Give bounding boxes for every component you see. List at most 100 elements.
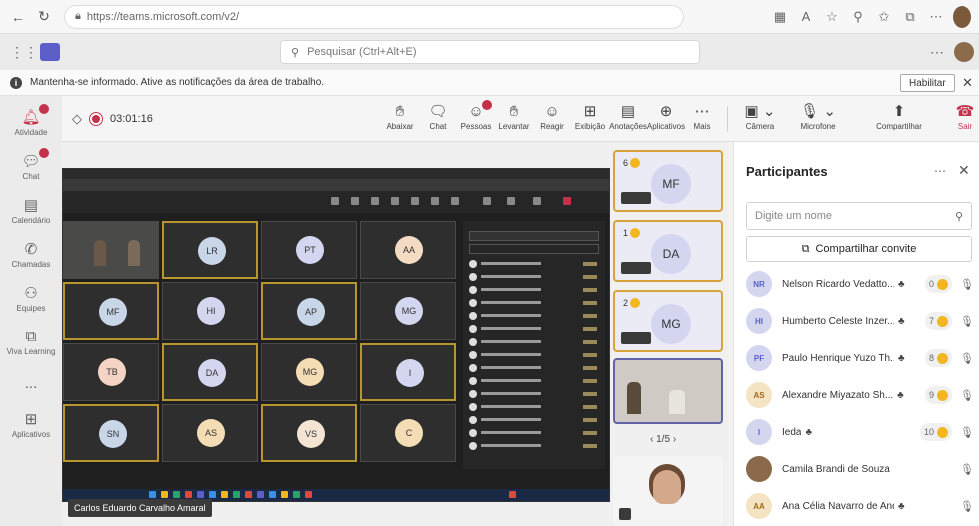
apps-button[interactable]: ⊕ Aplicativos: [646, 102, 686, 138]
shared-meeting-toolbar: [63, 191, 609, 213]
shared-video-tile: MG: [261, 343, 357, 401]
reader-icon[interactable]: ▦: [771, 9, 789, 25]
apps-icon: ⊞: [24, 410, 38, 428]
more-actions-button[interactable]: ⋯ Mais: [682, 102, 722, 138]
hand-emoji-icon: [630, 228, 641, 238]
pagination[interactable]: ‹ 1/5 ›: [650, 434, 676, 445]
participant-search-input[interactable]: Digite um nome ⚲: [746, 202, 972, 230]
app-launcher-icon[interactable]: ⋮⋮: [10, 44, 38, 61]
favorite-icon[interactable]: ☆: [823, 9, 841, 25]
taskbar-app-icon: [281, 491, 288, 498]
chevron-left-icon[interactable]: ‹: [650, 434, 653, 445]
taskbar-app-icon: [293, 491, 300, 498]
shared-row-avatar: [469, 285, 477, 294]
share-invite-button[interactable]: ⧉ Compartilhar convite: [746, 236, 972, 262]
share-button[interactable]: ⬆ Compartilhar: [872, 102, 926, 138]
hand-emoji-icon: [937, 389, 948, 401]
profile-avatar[interactable]: [953, 5, 971, 28]
chat-button[interactable]: 🗨︎ Chat: [418, 102, 458, 138]
rail-item-more[interactable]: ...: [0, 362, 62, 406]
favorites-bar-icon[interactable]: ✩: [875, 9, 893, 25]
participant-row[interactable]: NR Nelson Ricardo Vedatto... ♣ 0 🎙︎: [746, 266, 974, 302]
close-icon[interactable]: ✕: [962, 75, 973, 91]
microphone-button[interactable]: 🎙︎ ⌄ Microfone: [790, 102, 846, 138]
close-icon[interactable]: ✕: [958, 162, 970, 179]
back-icon[interactable]: ←: [8, 7, 28, 27]
video-tile[interactable]: 1 DA: [613, 220, 723, 282]
shared-row-icons: [583, 404, 597, 409]
participant-row[interactable]: AS Alexandre Miyazato Sh... ♣ 9 🎙︎: [746, 377, 974, 413]
react-button[interactable]: ☺ Reagir: [532, 102, 572, 138]
people-button[interactable]: ☺ Pessoas: [456, 100, 496, 138]
chevron-right-icon[interactable]: ›: [673, 434, 676, 445]
taskbar-app-icon: [269, 491, 276, 498]
video-tile-camera[interactable]: [613, 358, 723, 424]
address-bar[interactable]: 🔒︎ https://teams.microsoft.com/v2/: [64, 4, 684, 29]
leave-button[interactable]: ☎︎ Sair: [950, 102, 979, 138]
extensions-icon[interactable]: ⚲: [849, 9, 867, 25]
mic-off-icon[interactable]: 🎙︎: [960, 463, 974, 476]
shared-row-icons: [583, 430, 597, 435]
refresh-icon[interactable]: ↻: [34, 7, 54, 27]
raise-hand-button[interactable]: ✋︎ Levantar: [494, 102, 534, 138]
people-badge: [481, 100, 492, 110]
rail-item-chat[interactable]: 💬︎ Chat: [0, 144, 62, 188]
video-tile[interactable]: 6 MF: [613, 150, 723, 212]
read-aloud-icon[interactable]: A: [797, 9, 815, 24]
rail-item-viva-learning[interactable]: ⧉ Viva Learning: [0, 320, 62, 364]
shared-row-name: [481, 275, 541, 278]
chat-badge: [38, 147, 49, 158]
participant-row[interactable]: AA Ana Célia Navarro de Andrade ♣ 🎙︎: [746, 488, 974, 524]
participant-avatar: I: [746, 419, 772, 445]
shared-tile-avatar: C: [395, 419, 423, 447]
participant-name: Humberto Celeste Inzer...: [782, 315, 894, 327]
camera-button[interactable]: ▣ ⌄ Câmera: [734, 102, 786, 138]
rail-item-teams[interactable]: ⚇ Equipes: [0, 276, 62, 320]
mic-off-icon[interactable]: 🎙︎: [960, 389, 974, 402]
enable-notifications-button[interactable]: Habilitar: [900, 74, 955, 92]
browser-more-icon[interactable]: ⋯: [927, 9, 945, 25]
shared-tile-avatar: MG: [296, 358, 324, 386]
shared-row-icons: [583, 339, 597, 344]
rail-item-calls[interactable]: ✆ Chamadas: [0, 232, 62, 276]
mic-off-icon[interactable]: 🎙︎: [960, 426, 974, 439]
shared-video-tile: MF: [63, 282, 159, 340]
phone-icon: ✆: [24, 240, 38, 258]
participant-row[interactable]: Camila Brandi de Souza 🎙︎: [746, 451, 974, 487]
shared-window-title: [63, 169, 609, 179]
rail-item-calendar[interactable]: ▤ Calendário: [0, 188, 62, 232]
participant-row[interactable]: PF Paulo Henrique Yuzo Th... ♣ 8 🎙︎: [746, 340, 974, 376]
mic-off-icon[interactable]: 🎙︎: [960, 278, 974, 291]
shared-video-tile: VS: [261, 404, 357, 462]
collections-icon[interactable]: ⧉: [901, 9, 919, 25]
mic-off-icon[interactable]: 🎙︎: [960, 352, 974, 365]
shared-row-icons: [583, 287, 597, 292]
rail-item-apps[interactable]: ⊞ Aplicativos: [0, 402, 62, 446]
more-options-icon[interactable]: ⋯: [934, 164, 946, 178]
mic-off-icon[interactable]: 🎙︎: [960, 315, 974, 328]
search-input[interactable]: ⚲ Pesquisar (Ctrl+Alt+E): [280, 40, 700, 64]
tile-status-icons: [621, 192, 651, 204]
rail-item-activity[interactable]: 🔔︎ Atividade: [0, 100, 62, 144]
participant-row[interactable]: HI Humberto Celeste Inzer... ♣ 7 🎙︎: [746, 303, 974, 339]
lower-hand-button[interactable]: ✋︎ Abaixar: [380, 102, 420, 138]
shared-participant-row: [463, 348, 605, 361]
hand-down-icon: ✋︎: [395, 103, 405, 120]
shared-row-avatar: [469, 259, 477, 268]
raised-hand-badge: 10: [919, 423, 952, 441]
raised-hand-order: 10: [923, 427, 934, 437]
shield-icon[interactable]: ◇: [72, 111, 82, 127]
video-tile[interactable]: 2 MG: [613, 290, 723, 352]
chat-icon: 💬︎: [21, 147, 49, 170]
user-avatar[interactable]: [954, 42, 974, 62]
self-view-tile[interactable]: [613, 456, 723, 526]
participant-row[interactable]: I Ieda ♣ 10 🎙︎: [746, 414, 974, 450]
shared-notification-bar: [63, 179, 609, 191]
view-button[interactable]: ⊞ Exibição: [570, 102, 610, 138]
mic-off-icon[interactable]: 🎙︎: [960, 500, 974, 513]
shared-screen[interactable]: LR PT AA MF HI AP MG TB DA MG I SN AS VS C: [62, 168, 610, 502]
raised-hand-indicator: 1: [623, 228, 641, 238]
taskbar-app-icon: [245, 491, 252, 498]
notes-button[interactable]: ▤ Anotações: [608, 102, 648, 138]
settings-more-icon[interactable]: ⋯: [930, 44, 944, 61]
